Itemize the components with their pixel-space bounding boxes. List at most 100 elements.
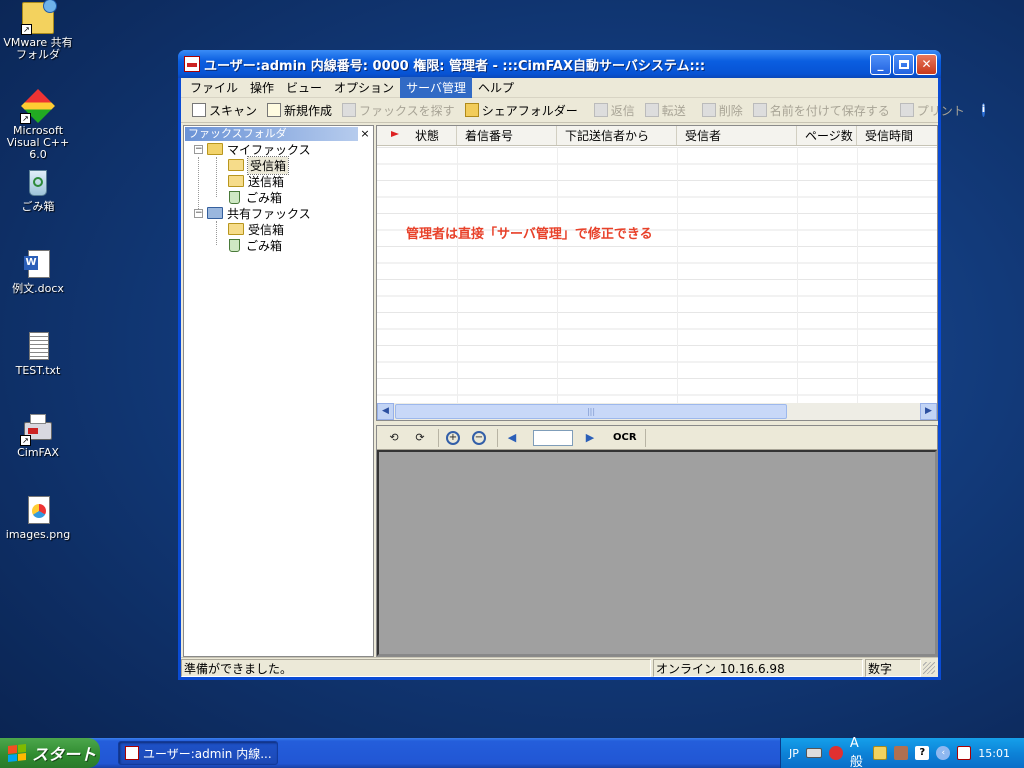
collapse-icon[interactable]: − <box>194 208 203 218</box>
share-folder-button[interactable]: シェアフォルダー <box>460 99 583 121</box>
menu-help[interactable]: ヘルプ <box>472 77 520 98</box>
menu-server-admin[interactable]: サーバ管理 <box>400 77 472 98</box>
tools-icon[interactable] <box>894 746 909 760</box>
right-panel: 状態 着信番号 下記送信者から 受信者 ページ数 受信時間 管理者は直接「サーバ… <box>376 125 938 657</box>
desktop-icon-label: VMware 共有 フォルダ <box>3 36 73 61</box>
menu-view[interactable]: ビュー <box>280 77 328 98</box>
resize-grip-icon[interactable] <box>923 661 935 674</box>
ime-icon[interactable] <box>828 746 843 760</box>
desktop-icon-recycle-bin[interactable]: ごみ箱 <box>0 166 76 213</box>
fax-list-header: 状態 着信番号 下記送信者から 受信者 ページ数 受信時間 <box>377 126 937 146</box>
preview-canvas[interactable] <box>377 450 937 656</box>
tray-expand-icon[interactable]: ‹ <box>936 746 951 760</box>
info-icon[interactable]: i <box>981 103 986 117</box>
prev-page-button[interactable]: ◀ <box>501 428 523 448</box>
page-number-input[interactable] <box>533 429 573 446</box>
folder-pane-close-button[interactable]: × <box>358 127 372 141</box>
reply-button[interactable]: 返信 <box>589 99 640 121</box>
delete-button[interactable]: 削除 <box>697 99 748 121</box>
tree-item-inbox[interactable]: 受信箱 <box>228 155 290 175</box>
arrow-right-icon: ▶ <box>585 431 595 444</box>
desktop-icon-vmware-shared[interactable]: ↗ VMware 共有 フォルダ <box>0 0 76 61</box>
clock[interactable]: 15:01 <box>978 747 1010 760</box>
minimize-button[interactable]: _ <box>870 53 891 75</box>
next-page-button[interactable]: ▶ <box>579 428 601 448</box>
save-as-button[interactable]: 名前を付けて保存する <box>748 99 895 121</box>
find-fax-label: ファックスを探す <box>359 103 455 118</box>
tree-label: 送信箱 <box>248 174 285 189</box>
tree-label: 受信箱 <box>246 155 290 175</box>
language-indicator[interactable]: JP <box>789 747 799 760</box>
tree-item-shared-fax[interactable]: − 共有ファックス <box>194 205 311 221</box>
keyboard-icon[interactable] <box>805 748 822 758</box>
fax-icon: ↗ <box>20 412 54 446</box>
menu-file[interactable]: ファイル <box>184 77 244 98</box>
preview-toolbar: ⟲ ⟳ + − ◀ ▶ OCR <box>377 426 937 450</box>
column-label: 着信番号 <box>465 129 514 143</box>
desktop-icon-word-doc[interactable]: W 例文.docx <box>0 248 76 295</box>
desktop-icon-visual-cpp[interactable]: ↗ Microsoft Visual C++ 6.0 <box>0 89 76 161</box>
inbox-icon <box>228 159 244 171</box>
column-label: ページ数 <box>805 129 853 143</box>
horizontal-scrollbar[interactable]: ◀ ||| ▶ <box>377 403 937 420</box>
tree-item-trash[interactable]: ごみ箱 <box>226 189 282 205</box>
column-sender[interactable]: 下記送信者から <box>557 126 677 145</box>
column-caller-number[interactable]: 着信番号 <box>457 126 557 145</box>
inbox-icon <box>228 223 244 235</box>
desktop-icon-cimfax[interactable]: ↗ CimFAX <box>0 412 76 459</box>
help-icon[interactable]: ? <box>915 746 930 760</box>
zoom-out-button[interactable]: − <box>472 430 486 445</box>
scan-label: スキャン <box>209 103 258 118</box>
scroll-left-icon[interactable]: ◀ <box>377 403 394 420</box>
folder-pane-header: ファックスフォルダ × <box>185 127 372 141</box>
new-fax-button[interactable]: 新規作成 <box>262 99 337 121</box>
desktop-icon-test-txt[interactable]: TEST.txt <box>0 330 76 377</box>
ocr-button[interactable]: OCR <box>613 432 637 443</box>
fax-folder-pane: ファックスフォルダ × − マイファックス 受信箱 送信箱 ごみ箱 − 共有ファ… <box>183 125 374 657</box>
list-grid <box>377 147 937 403</box>
tree-item-shared-trash[interactable]: ごみ箱 <box>226 237 282 253</box>
share-folder-label: シェアフォルダー <box>481 103 578 118</box>
column-received-time[interactable]: 受信時間 <box>857 126 937 145</box>
ime-mode-indicator[interactable]: A 般 <box>850 736 866 768</box>
tree-item-my-fax[interactable]: − マイファックス <box>194 141 311 157</box>
column-status[interactable]: 状態 <box>377 126 457 145</box>
ime-pad-icon[interactable] <box>873 746 888 760</box>
zoom-in-button[interactable]: + <box>446 430 460 445</box>
fax-tray-icon[interactable] <box>957 746 972 760</box>
recycle-bin-icon <box>22 166 54 198</box>
taskbar-item-cimfax[interactable]: ユーザー:admin 内線... <box>118 741 278 765</box>
forward-button[interactable]: 転送 <box>640 99 691 121</box>
grid-divider <box>677 147 678 403</box>
tree-item-outbox[interactable]: 送信箱 <box>228 173 284 189</box>
rotate-left-button[interactable]: ⟲ <box>383 428 405 448</box>
scroll-thumb[interactable]: ||| <box>395 404 787 419</box>
scan-button[interactable]: スキャン <box>187 99 262 121</box>
visual-cpp-icon: ↗ <box>20 89 55 124</box>
scroll-right-icon[interactable]: ▶ <box>920 403 937 420</box>
desktop-icon-images-png[interactable]: images.png <box>0 494 76 541</box>
desktop-icon-label: images.png <box>5 528 71 541</box>
rotate-right-button[interactable]: ⟳ <box>409 428 431 448</box>
window-titlebar[interactable]: ユーザー:admin 内線番号: 0000 権限: 管理者 - :::CimFA… <box>178 50 941 78</box>
collapse-icon[interactable]: − <box>194 144 203 154</box>
tree-connector <box>198 157 199 209</box>
column-recipient[interactable]: 受信者 <box>677 126 797 145</box>
forward-icon <box>644 103 659 117</box>
maximize-button[interactable] <box>893 53 914 75</box>
toolbar-separator <box>497 428 498 447</box>
save-as-label: 名前を付けて保存する <box>769 103 890 118</box>
tree-item-shared-inbox[interactable]: 受信箱 <box>228 221 284 237</box>
close-button[interactable]: ✕ <box>916 53 937 75</box>
find-fax-button[interactable]: ファックスを探す <box>337 99 460 121</box>
tree-connector <box>216 157 217 197</box>
task-label: ユーザー:admin 内線... <box>143 746 272 761</box>
menu-operation[interactable]: 操作 <box>244 77 280 98</box>
fax-list[interactable]: 状態 着信番号 下記送信者から 受信者 ページ数 受信時間 管理者は直接「サーバ… <box>376 125 938 421</box>
toolbar-separator <box>644 428 646 447</box>
column-page-count[interactable]: ページ数 <box>797 126 857 145</box>
menu-options[interactable]: オプション <box>328 77 400 98</box>
start-button[interactable]: スタート <box>0 738 100 768</box>
print-button[interactable]: プリント <box>895 99 970 121</box>
outbox-icon <box>228 175 244 187</box>
